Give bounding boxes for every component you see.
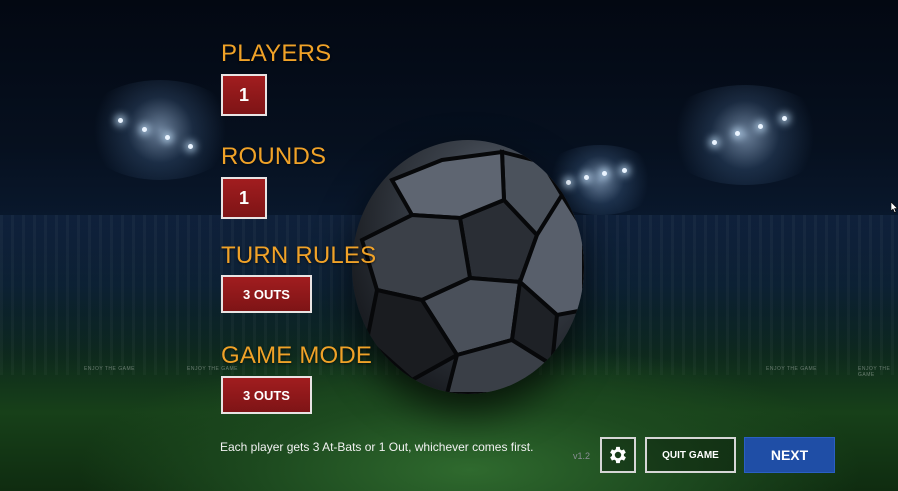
players-label: PLAYERS <box>221 40 332 67</box>
players-value-button[interactable]: 1 <box>221 74 267 116</box>
quit-game-button[interactable]: QUIT GAME <box>645 437 736 473</box>
floodlight <box>118 118 123 123</box>
settings-button[interactable] <box>600 437 636 473</box>
version-label: v1.2 <box>573 451 591 461</box>
floodlight <box>165 135 170 140</box>
floodlight <box>622 168 627 173</box>
banner-text: ENJOY THE GAME <box>766 366 817 372</box>
floodlight <box>584 175 589 180</box>
rounds-label: ROUNDS <box>221 143 327 170</box>
gear-icon <box>610 446 626 464</box>
banner-text: ENJOY THE GAME <box>858 366 891 378</box>
turn-rules-value-button[interactable]: 3 OUTS <box>221 275 312 313</box>
game-mode-value-button[interactable]: 3 OUTS <box>221 376 312 414</box>
floodlight <box>782 116 787 121</box>
game-mode-label: GAME MODE <box>221 342 373 369</box>
rules-hint-text: Each player gets 3 At-Bats or 1 Out, whi… <box>220 440 534 454</box>
game-setup-screen: ENJOY THE GAME ENJOY THE GAME ENJOY THE … <box>0 0 898 491</box>
rounds-value-button[interactable]: 1 <box>221 177 267 219</box>
floodlight <box>188 144 193 149</box>
floodlight-glow-left <box>80 80 240 180</box>
next-button[interactable]: NEXT <box>744 437 835 473</box>
soccer-ball-image <box>352 140 584 394</box>
floodlight <box>735 131 740 136</box>
floodlight <box>602 171 607 176</box>
turn-rules-label: TURN RULES <box>221 242 377 269</box>
floodlight <box>712 140 717 145</box>
floodlight <box>758 124 763 129</box>
floodlight <box>142 127 147 132</box>
banner-text: ENJOY THE GAME <box>84 366 135 372</box>
floodlight-glow-right <box>660 85 830 185</box>
mouse-cursor-icon <box>890 200 898 218</box>
soccer-ball-pattern <box>359 149 584 394</box>
